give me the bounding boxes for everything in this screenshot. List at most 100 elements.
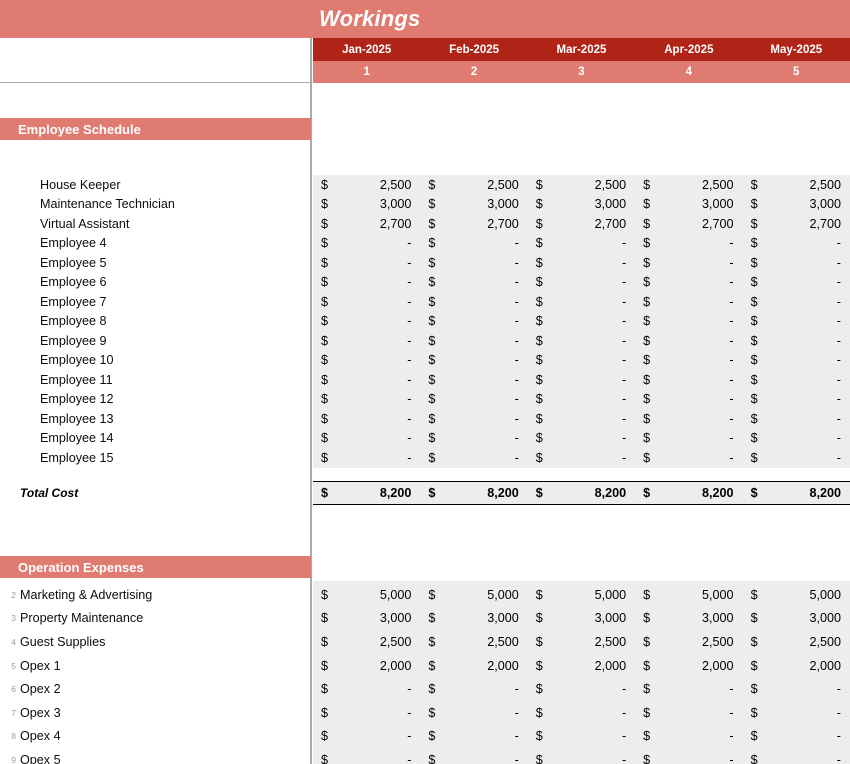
currency-cell[interactable]: $2,500 bbox=[313, 175, 420, 195]
currency-cell[interactable]: $3,000 bbox=[420, 607, 527, 631]
currency-cell[interactable]: $ - bbox=[743, 748, 850, 764]
row-label[interactable]: Virtual Assistant bbox=[0, 214, 311, 234]
currency-cell[interactable]: $3,000 bbox=[528, 195, 635, 215]
currency-cell[interactable]: $ - bbox=[635, 253, 742, 273]
row-label[interactable]: 8 Opex 4 bbox=[0, 725, 311, 749]
currency-cell[interactable]: $5,000 bbox=[743, 583, 850, 607]
currency-cell[interactable]: $ - bbox=[635, 273, 742, 293]
row-label[interactable]: Maintenance Technician bbox=[0, 195, 311, 215]
currency-cell[interactable]: $ - bbox=[635, 701, 742, 725]
currency-cell[interactable]: $ - bbox=[635, 725, 742, 749]
currency-cell[interactable]: $ - bbox=[743, 370, 850, 390]
currency-cell[interactable]: $2,500 bbox=[528, 630, 635, 654]
currency-cell[interactable]: $ - bbox=[313, 677, 420, 701]
currency-cell[interactable]: $ - bbox=[420, 312, 527, 332]
currency-cell[interactable]: $ - bbox=[420, 370, 527, 390]
month-header-cell[interactable]: Mar-2025 bbox=[528, 38, 635, 61]
currency-cell[interactable]: $3,000 bbox=[743, 607, 850, 631]
currency-cell[interactable]: $2,500 bbox=[528, 175, 635, 195]
currency-cell[interactable]: $ - bbox=[528, 370, 635, 390]
row-label[interactable]: Employee 5 bbox=[0, 253, 311, 273]
currency-cell[interactable]: $ - bbox=[635, 370, 742, 390]
currency-cell[interactable]: $ - bbox=[313, 234, 420, 254]
currency-cell[interactable]: $ - bbox=[420, 677, 527, 701]
currency-cell[interactable]: $ - bbox=[313, 312, 420, 332]
row-label[interactable]: 4 Guest Supplies bbox=[0, 630, 311, 654]
currency-cell[interactable]: $ - bbox=[528, 273, 635, 293]
row-label[interactable]: 9 Opex 5 bbox=[0, 748, 311, 764]
currency-cell[interactable]: $2,000 bbox=[528, 654, 635, 678]
currency-cell[interactable]: $ - bbox=[743, 409, 850, 429]
currency-cell[interactable]: $2,700 bbox=[420, 214, 527, 234]
currency-cell[interactable]: $ - bbox=[743, 312, 850, 332]
month-header-cell[interactable]: Jan-2025 bbox=[313, 38, 420, 61]
currency-cell[interactable]: $ - bbox=[743, 677, 850, 701]
currency-cell[interactable]: $ - bbox=[313, 331, 420, 351]
currency-cell[interactable]: $ - bbox=[420, 331, 527, 351]
row-label[interactable]: Employee 9 bbox=[0, 331, 311, 351]
month-header-cell[interactable]: Feb-2025 bbox=[420, 38, 527, 61]
currency-cell[interactable]: $8,200 bbox=[313, 482, 420, 504]
currency-cell[interactable]: $ - bbox=[313, 429, 420, 449]
currency-cell[interactable]: $ - bbox=[743, 725, 850, 749]
currency-cell[interactable]: $ - bbox=[743, 292, 850, 312]
period-number-cell[interactable]: 1 bbox=[313, 61, 420, 83]
currency-cell[interactable]: $ - bbox=[743, 273, 850, 293]
currency-cell[interactable]: $2,700 bbox=[528, 214, 635, 234]
row-label[interactable]: Employee 8 bbox=[0, 312, 311, 332]
currency-cell[interactable]: $8,200 bbox=[420, 482, 527, 504]
currency-cell[interactable]: $2,700 bbox=[743, 214, 850, 234]
currency-cell[interactable]: $2,000 bbox=[635, 654, 742, 678]
currency-cell[interactable]: $2,000 bbox=[743, 654, 850, 678]
row-label[interactable]: 5 Opex 1 bbox=[0, 654, 311, 678]
currency-cell[interactable]: $ - bbox=[635, 390, 742, 410]
currency-cell[interactable]: $ - bbox=[420, 748, 527, 764]
currency-cell[interactable]: $ - bbox=[528, 409, 635, 429]
currency-cell[interactable]: $ - bbox=[313, 409, 420, 429]
currency-cell[interactable]: $ - bbox=[635, 312, 742, 332]
currency-cell[interactable]: $3,000 bbox=[528, 607, 635, 631]
currency-cell[interactable]: $ - bbox=[635, 448, 742, 468]
currency-cell[interactable]: $ - bbox=[635, 409, 742, 429]
currency-cell[interactable]: $2,500 bbox=[313, 630, 420, 654]
month-header-cell[interactable]: May-2025 bbox=[743, 38, 850, 61]
currency-cell[interactable]: $ - bbox=[743, 701, 850, 725]
currency-cell[interactable]: $ - bbox=[420, 390, 527, 410]
currency-cell[interactable]: $2,500 bbox=[743, 630, 850, 654]
currency-cell[interactable]: $ - bbox=[743, 448, 850, 468]
currency-cell[interactable]: $8,200 bbox=[635, 482, 742, 504]
currency-cell[interactable]: $ - bbox=[420, 429, 527, 449]
currency-cell[interactable]: $2,500 bbox=[635, 630, 742, 654]
currency-cell[interactable]: $ - bbox=[743, 390, 850, 410]
currency-cell[interactable]: $8,200 bbox=[743, 482, 850, 504]
currency-cell[interactable]: $2,500 bbox=[420, 630, 527, 654]
currency-cell[interactable]: $ - bbox=[528, 234, 635, 254]
currency-cell[interactable]: $ - bbox=[313, 273, 420, 293]
currency-cell[interactable]: $ - bbox=[528, 701, 635, 725]
currency-cell[interactable]: $2,000 bbox=[313, 654, 420, 678]
currency-cell[interactable]: $ - bbox=[635, 234, 742, 254]
currency-cell[interactable]: $ - bbox=[635, 331, 742, 351]
currency-cell[interactable]: $2,500 bbox=[743, 175, 850, 195]
currency-cell[interactable]: $ - bbox=[635, 748, 742, 764]
currency-cell[interactable]: $ - bbox=[420, 409, 527, 429]
currency-cell[interactable]: $ - bbox=[635, 351, 742, 371]
row-label[interactable]: 6 Opex 2 bbox=[0, 677, 311, 701]
currency-cell[interactable]: $ - bbox=[743, 331, 850, 351]
currency-cell[interactable]: $ - bbox=[420, 234, 527, 254]
currency-cell[interactable]: $2,700 bbox=[313, 214, 420, 234]
currency-cell[interactable]: $5,000 bbox=[313, 583, 420, 607]
currency-cell[interactable]: $ - bbox=[313, 253, 420, 273]
currency-cell[interactable]: $3,000 bbox=[313, 607, 420, 631]
row-label[interactable]: 2 Marketing & Advertising bbox=[0, 583, 311, 607]
currency-cell[interactable]: $5,000 bbox=[635, 583, 742, 607]
row-label[interactable]: House Keeper bbox=[0, 175, 311, 195]
row-label[interactable]: Employee 7 bbox=[0, 292, 311, 312]
currency-cell[interactable]: $ - bbox=[528, 748, 635, 764]
currency-cell[interactable]: $ - bbox=[743, 253, 850, 273]
currency-cell[interactable]: $ - bbox=[313, 748, 420, 764]
currency-cell[interactable]: $3,000 bbox=[743, 195, 850, 215]
currency-cell[interactable]: $ - bbox=[313, 390, 420, 410]
currency-cell[interactable]: $ - bbox=[743, 429, 850, 449]
currency-cell[interactable]: $ - bbox=[528, 429, 635, 449]
